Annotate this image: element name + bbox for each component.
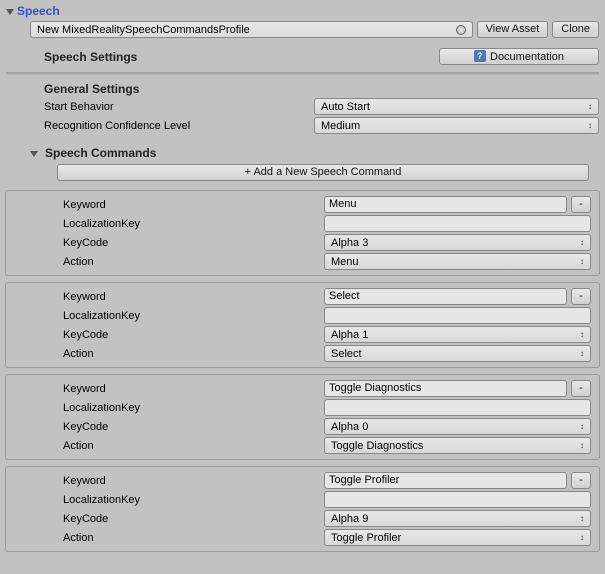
localization-label: LocalizationKey bbox=[63, 310, 320, 322]
chevron-down-icon: ↕ bbox=[580, 257, 584, 266]
keycode-label: KeyCode bbox=[63, 237, 320, 249]
recognition-row: Recognition Confidence Level Medium ↕ bbox=[2, 116, 603, 135]
foldout-icon bbox=[30, 151, 38, 157]
section-header-row: Speech Settings Documentation bbox=[2, 47, 603, 66]
action-label: Action bbox=[63, 440, 320, 452]
keycode-row: KeyCode Alpha 9 ↕ bbox=[6, 509, 599, 528]
action-dropdown[interactable]: Toggle Profiler ↕ bbox=[324, 529, 591, 546]
keyword-input[interactable]: Toggle Profiler bbox=[324, 472, 567, 489]
recognition-dropdown[interactable]: Medium ↕ bbox=[314, 117, 599, 134]
localization-input[interactable] bbox=[324, 307, 591, 324]
localization-row: LocalizationKey bbox=[6, 306, 599, 325]
action-dropdown[interactable]: Toggle Diagnostics ↕ bbox=[324, 437, 591, 454]
action-label: Action bbox=[63, 532, 320, 544]
general-settings-header: General Settings bbox=[2, 81, 603, 97]
action-row: Action Toggle Diagnostics ↕ bbox=[6, 436, 599, 455]
keyword-row: Keyword Toggle Profiler - bbox=[6, 471, 599, 490]
documentation-icon bbox=[474, 50, 486, 62]
keycode-dropdown[interactable]: Alpha 3 ↕ bbox=[324, 234, 591, 251]
remove-command-button[interactable]: - bbox=[571, 380, 591, 397]
keyword-row: Keyword Menu - bbox=[6, 195, 599, 214]
action-row: Action Toggle Profiler ↕ bbox=[6, 528, 599, 547]
chevron-down-icon: ↕ bbox=[580, 514, 584, 523]
chevron-down-icon: ↕ bbox=[588, 121, 592, 130]
keycode-label: KeyCode bbox=[63, 421, 320, 433]
chevron-down-icon: ↕ bbox=[580, 441, 584, 450]
keyword-label: Keyword bbox=[63, 199, 320, 211]
keyword-label: Keyword bbox=[63, 291, 320, 303]
action-dropdown[interactable]: Menu ↕ bbox=[324, 253, 591, 270]
add-command-row: + Add a New Speech Command bbox=[2, 161, 603, 184]
action-label: Action bbox=[63, 256, 320, 268]
localization-row: LocalizationKey bbox=[6, 490, 599, 509]
chevron-down-icon: ↕ bbox=[580, 533, 584, 542]
action-row: Action Menu ↕ bbox=[6, 252, 599, 271]
speech-panel: Speech New MixedRealitySpeechCommandsPro… bbox=[0, 0, 605, 556]
keycode-label: KeyCode bbox=[63, 329, 320, 341]
keycode-dropdown[interactable]: Alpha 0 ↕ bbox=[324, 418, 591, 435]
keyword-label: Keyword bbox=[63, 475, 320, 487]
keycode-row: KeyCode Alpha 1 ↕ bbox=[6, 325, 599, 344]
localization-label: LocalizationKey bbox=[63, 402, 320, 414]
start-behavior-dropdown[interactable]: Auto Start ↕ bbox=[314, 98, 599, 115]
clone-button[interactable]: Clone bbox=[552, 21, 599, 38]
keycode-row: KeyCode Alpha 0 ↕ bbox=[6, 417, 599, 436]
keycode-dropdown[interactable]: Alpha 9 ↕ bbox=[324, 510, 591, 527]
keyword-input[interactable]: Select bbox=[324, 288, 567, 305]
chevron-down-icon: ↕ bbox=[588, 102, 592, 111]
remove-command-button[interactable]: - bbox=[571, 288, 591, 305]
object-picker-icon[interactable] bbox=[456, 25, 466, 35]
general-settings-title: General Settings bbox=[44, 82, 139, 96]
keyword-input[interactable]: Toggle Diagnostics bbox=[324, 380, 567, 397]
localization-label: LocalizationKey bbox=[63, 218, 320, 230]
remove-command-button[interactable]: - bbox=[571, 472, 591, 489]
chevron-down-icon: ↕ bbox=[580, 238, 584, 247]
speech-title: Speech bbox=[17, 4, 60, 18]
speech-command-group: Keyword Toggle Profiler - LocalizationKe… bbox=[5, 466, 600, 552]
chevron-down-icon: ↕ bbox=[580, 349, 584, 358]
documentation-button[interactable]: Documentation bbox=[439, 48, 599, 65]
keyword-label: Keyword bbox=[63, 383, 320, 395]
action-row: Action Select ↕ bbox=[6, 344, 599, 363]
keycode-dropdown[interactable]: Alpha 1 ↕ bbox=[324, 326, 591, 343]
speech-command-group: Keyword Menu - LocalizationKey KeyCode A… bbox=[5, 190, 600, 276]
start-behavior-row: Start Behavior Auto Start ↕ bbox=[2, 97, 603, 116]
localization-row: LocalizationKey bbox=[6, 398, 599, 417]
profile-row: New MixedRealitySpeechCommandsProfile Vi… bbox=[2, 20, 603, 39]
speech-command-group: Keyword Toggle Diagnostics - Localizatio… bbox=[5, 374, 600, 460]
action-label: Action bbox=[63, 348, 320, 360]
divider bbox=[6, 72, 599, 75]
localization-input[interactable] bbox=[324, 399, 591, 416]
add-speech-command-button[interactable]: + Add a New Speech Command bbox=[57, 164, 589, 181]
localization-input[interactable] bbox=[324, 491, 591, 508]
speech-header[interactable]: Speech bbox=[2, 2, 603, 20]
speech-commands-title: Speech Commands bbox=[45, 146, 156, 160]
view-asset-button[interactable]: View Asset bbox=[477, 21, 549, 38]
start-behavior-label: Start Behavior bbox=[44, 101, 314, 113]
section-title: Speech Settings bbox=[44, 50, 137, 64]
speech-command-group: Keyword Select - LocalizationKey KeyCode… bbox=[5, 282, 600, 368]
action-dropdown[interactable]: Select ↕ bbox=[324, 345, 591, 362]
keycode-label: KeyCode bbox=[63, 513, 320, 525]
keyword-input[interactable]: Menu bbox=[324, 196, 567, 213]
keycode-row: KeyCode Alpha 3 ↕ bbox=[6, 233, 599, 252]
chevron-down-icon: ↕ bbox=[580, 422, 584, 431]
remove-command-button[interactable]: - bbox=[571, 196, 591, 213]
keyword-row: Keyword Toggle Diagnostics - bbox=[6, 379, 599, 398]
localization-label: LocalizationKey bbox=[63, 494, 320, 506]
keyword-row: Keyword Select - bbox=[6, 287, 599, 306]
chevron-down-icon: ↕ bbox=[580, 330, 584, 339]
profile-name: New MixedRealitySpeechCommandsProfile bbox=[37, 24, 250, 36]
profile-object-field[interactable]: New MixedRealitySpeechCommandsProfile bbox=[30, 21, 473, 38]
localization-input[interactable] bbox=[324, 215, 591, 232]
localization-row: LocalizationKey bbox=[6, 214, 599, 233]
foldout-icon bbox=[6, 9, 14, 15]
speech-commands-header[interactable]: Speech Commands bbox=[2, 145, 603, 161]
recognition-label: Recognition Confidence Level bbox=[44, 120, 314, 132]
